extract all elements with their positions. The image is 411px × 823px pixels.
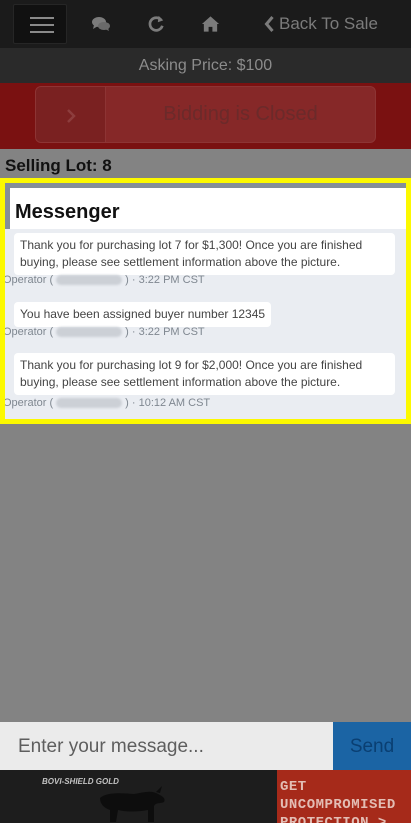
menu-button[interactable] — [13, 4, 67, 44]
message-time: 3:22 PM CST — [138, 326, 205, 338]
message-bubble: You have been assigned buyer number 1234… — [14, 302, 272, 327]
hamburger-icon — [30, 17, 54, 19]
message-text: Thank you for purchasing lot 7 for $1,30… — [20, 238, 363, 269]
message-sender: Operator — [5, 274, 47, 286]
messenger-panel: Messenger Thank you for purchasing lot 7… — [0, 178, 411, 424]
selling-lot-label: Selling Lot: 8 — [5, 156, 112, 175]
asking-price: Asking Price: $100 — [0, 48, 411, 83]
message-input[interactable] — [0, 722, 333, 772]
bidding-status-label: Bidding is Closed — [163, 103, 318, 125]
messenger-header: Messenger — [10, 188, 406, 229]
message-bubble: Thank you for purchasing lot 7 for $1,30… — [14, 233, 395, 275]
message-time: 3:22 PM CST — [138, 274, 205, 286]
message-text: Thank you for purchasing lot 9 for $2,00… — [20, 358, 363, 389]
redacted-name — [56, 275, 123, 286]
chevron-left-icon — [264, 16, 274, 32]
message-list[interactable]: Thank you for purchasing lot 7 for $1,30… — [5, 229, 406, 419]
ad-cta-line: PROTECTION > — [280, 815, 387, 823]
message-meta: Operator () · 10:12 AM CST — [5, 397, 211, 409]
comments-icon[interactable] — [91, 14, 111, 34]
send-button[interactable]: Send — [333, 722, 411, 772]
messenger-title: Messenger — [15, 201, 120, 223]
bidding-status-bar: Bidding is Closed — [0, 83, 411, 149]
back-to-sale-link[interactable]: Back To Sale — [264, 14, 378, 34]
back-to-sale-label: Back To Sale — [279, 14, 378, 33]
message-time: 10:12 AM CST — [138, 397, 211, 409]
redacted-name — [56, 327, 123, 338]
chevron-right-icon — [67, 109, 76, 123]
home-icon[interactable] — [201, 14, 220, 34]
bull-image — [100, 786, 165, 822]
refresh-icon[interactable] — [147, 14, 165, 34]
message-composer: Send — [0, 722, 411, 772]
message-meta: Operator () · 3:22 PM CST — [5, 274, 205, 286]
top-navbar: Back To Sale — [0, 0, 411, 48]
bid-button[interactable]: Bidding is Closed — [35, 86, 376, 143]
ad-banner[interactable]: BOVI-SHIELD GOLD GET UNCOMPROMISED PROTE… — [0, 770, 411, 823]
bid-arrow-section — [36, 87, 106, 142]
redacted-name — [56, 398, 123, 409]
message-bubble: Thank you for purchasing lot 9 for $2,00… — [14, 353, 395, 395]
ad-cta-line: GET UNCOMPROMISED — [280, 779, 396, 813]
message-meta: Operator () · 3:22 PM CST — [5, 326, 205, 338]
ad-cta[interactable]: GET UNCOMPROMISED PROTECTION > — [277, 770, 411, 823]
message-text: You have been assigned buyer number 1234… — [20, 307, 266, 321]
message-sender: Operator — [5, 326, 47, 338]
message-sender: Operator — [5, 397, 47, 409]
